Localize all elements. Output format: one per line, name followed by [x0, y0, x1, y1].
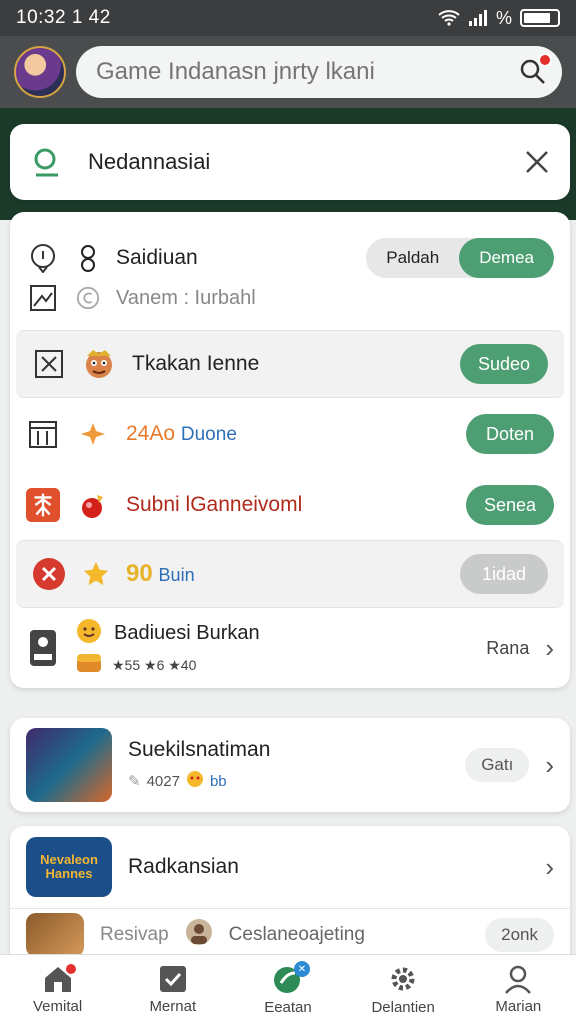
- nav-label: Vemital: [32, 998, 83, 1015]
- nav-item-settings[interactable]: Delantien: [353, 963, 453, 1016]
- list-item[interactable]: 24Ao Duone Doten: [10, 400, 570, 468]
- category-card: Nedannasiai: [10, 124, 570, 200]
- user-icon: [505, 965, 532, 994]
- game-action-button[interactable]: Gatı: [465, 748, 530, 782]
- list-item[interactable]: Nevaleon Hannes Radkansian ›: [10, 834, 570, 900]
- pencil-icon: ✎: [128, 773, 141, 790]
- list-item-label: Resivap: [100, 923, 169, 945]
- star-icon: [82, 557, 110, 591]
- segmented-toggle[interactable]: Paldah Demea: [366, 238, 554, 278]
- sparkle-icon: [76, 417, 110, 451]
- seg-option-left[interactable]: Paldah: [366, 238, 459, 278]
- notification-badge: ✕: [293, 961, 310, 977]
- search-icon: [34, 148, 58, 177]
- game-card: Nevaleon Hannes Radkansian › Resivap Ces…: [10, 826, 570, 966]
- nav-item-profile[interactable]: Marian: [468, 964, 568, 1015]
- speaker-icon: [26, 630, 60, 666]
- chevron-right-icon[interactable]: ›: [545, 852, 554, 883]
- location-icon: [26, 241, 60, 275]
- app-header: [0, 36, 576, 108]
- list-item-label: Saidiuan: [116, 246, 198, 269]
- seg-option-right[interactable]: Demea: [459, 238, 554, 278]
- score-value: 90: [126, 560, 153, 587]
- game-tag: bb: [209, 772, 227, 790]
- app-icon: [26, 488, 60, 522]
- avatar[interactable]: [14, 46, 66, 98]
- check-icon: [159, 966, 186, 992]
- search-input[interactable]: [96, 58, 508, 86]
- emoji-icon: [186, 770, 204, 792]
- score-label: Buin: [158, 565, 195, 585]
- search-icon[interactable]: [518, 53, 552, 87]
- battery-icon: [520, 9, 560, 27]
- list-item-sublabel: Ceslaneoajeting: [228, 923, 365, 945]
- nav-item-check[interactable]: Mernat: [123, 964, 223, 1015]
- game-title: Suekilsnatiman: [128, 738, 271, 761]
- row-action-label[interactable]: Rana: [486, 638, 529, 659]
- nav-label: Marian: [495, 998, 542, 1015]
- game-logo: Nevaleon Hannes: [26, 837, 112, 897]
- list-item[interactable]: Tkakan Ienne Sudeo: [16, 330, 564, 398]
- user-icon: [76, 241, 100, 275]
- notification-badge: [63, 962, 78, 976]
- treasure-icon: [76, 653, 102, 678]
- game-thumbnail: [26, 728, 112, 802]
- game-card[interactable]: Suekilsnatiman ✎ 4027 bb Gatı ›: [10, 718, 570, 812]
- game-subtext: 4027: [146, 772, 180, 790]
- category-title: Nedannasiai: [88, 149, 211, 174]
- potion-icon: [76, 488, 110, 522]
- list-item-sublabel: Vanem : Iurbahl: [116, 286, 256, 309]
- copyright-icon: [76, 281, 100, 315]
- nav-label: Delantien: [371, 999, 435, 1016]
- list-item-label: Tkakan Ienne: [132, 352, 260, 375]
- list-item[interactable]: Resivap Ceslaneoajeting 2onk: [10, 908, 570, 960]
- nav-label: Eeatan: [264, 999, 312, 1016]
- game-action-button[interactable]: 2onk: [485, 917, 554, 952]
- signal-icon: [468, 10, 487, 26]
- count-unit: Duone: [180, 424, 237, 445]
- image-icon: [26, 281, 60, 315]
- game-thumbnail: [26, 912, 84, 957]
- chevron-right-icon[interactable]: ›: [545, 750, 554, 781]
- avatar-icon: [185, 918, 213, 951]
- search-bar: [76, 46, 562, 98]
- list-item-label: 90 Buin: [126, 560, 444, 588]
- status-time: 10:32 1 42: [16, 7, 111, 28]
- action-button[interactable]: Senea: [465, 485, 554, 525]
- close-icon[interactable]: [524, 149, 550, 175]
- emoji-icon: [76, 618, 102, 649]
- action-button[interactable]: Doten: [466, 414, 554, 454]
- close-box-icon: [32, 347, 66, 381]
- list-item[interactable]: Badiuesi Burkan ★55 ★6 ★40 Rana ›: [10, 616, 570, 680]
- list-item[interactable]: 90 Buin 1idad: [16, 540, 564, 608]
- nav-label: Mernat: [149, 998, 197, 1015]
- nav-item-home[interactable]: Vemital: [8, 962, 108, 1015]
- stats-text: ★55 ★6 ★40: [112, 657, 197, 673]
- action-button[interactable]: Sudeo: [459, 344, 548, 384]
- action-button-disabled[interactable]: 1idad: [460, 554, 548, 594]
- wifi-icon: [438, 10, 460, 26]
- close-circle-icon: [32, 557, 66, 591]
- gear-icon: [391, 967, 415, 991]
- game-avatar-icon: [82, 347, 116, 381]
- game-title: Radkansian: [128, 855, 239, 878]
- count-value: 24Ao: [126, 422, 176, 445]
- list-item-label: Badiuesi Burkan: [114, 622, 260, 644]
- calendar-icon: [26, 417, 60, 451]
- bottom-navigation: Vemital Mernat ✕ Eeatan Delantien Marian: [0, 954, 576, 1024]
- nav-item-leaf[interactable]: ✕ Eeatan: [238, 961, 338, 1016]
- chevron-right-icon[interactable]: ›: [545, 633, 554, 664]
- status-bar: 10:32 1 42 %: [0, 0, 576, 36]
- list-item-label: 24Ao Duone: [126, 422, 450, 446]
- notification-badge: [538, 53, 552, 67]
- list-item[interactable]: Subni lGanneivoml Senea: [10, 470, 570, 540]
- list-item: Vanem : Iurbahl: [10, 278, 570, 318]
- settings-list: Saidiuan Paldah Demea Vanem : Iurbahl Tk…: [10, 212, 570, 688]
- list-item-label: Subni lGanneivoml: [126, 493, 303, 516]
- battery-percent: %: [495, 7, 512, 28]
- list-item-content: Badiuesi Burkan ★55 ★6 ★40: [76, 618, 470, 678]
